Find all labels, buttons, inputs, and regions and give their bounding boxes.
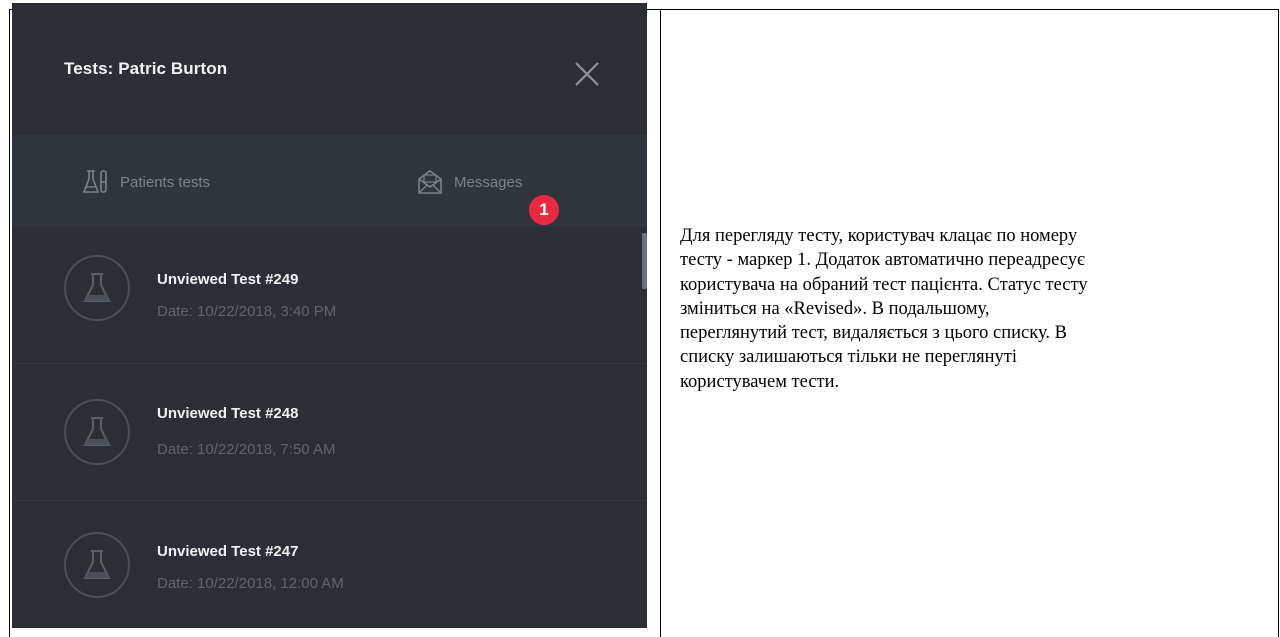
test-title[interactable]: Unviewed Test #249 xyxy=(157,271,298,288)
tests-list: Unviewed Test #249 Date: 10/22/2018, 3:4… xyxy=(12,227,647,628)
panel-header: Tests: Patric Burton xyxy=(12,3,647,133)
description-text: Для перегляду тесту, користувач клацає п… xyxy=(680,224,1270,394)
list-item[interactable]: Unviewed Test #247 Date: 10/22/2018, 12:… xyxy=(12,501,647,628)
flask-icon xyxy=(64,255,130,321)
close-icon xyxy=(575,62,599,86)
description-line: користувачем тести. xyxy=(680,371,840,392)
test-date: Date: 10/22/2018, 7:50 AM xyxy=(157,441,336,458)
flask-icon xyxy=(64,532,130,598)
list-item[interactable]: Unviewed Test #248 Date: 10/22/2018, 7:5… xyxy=(12,364,647,501)
description-line: зміниться на «Revised». В подальшому, xyxy=(680,298,990,319)
marker-badge: 1 xyxy=(529,195,559,225)
close-button[interactable] xyxy=(572,59,602,89)
tab-patients-tests[interactable]: Patients tests xyxy=(82,169,210,195)
test-date: Date: 10/22/2018, 12:00 AM xyxy=(157,575,344,592)
test-title[interactable]: Unviewed Test #248 xyxy=(157,405,298,422)
description-line: переглянутий тест, видаляється з цього с… xyxy=(680,323,1067,344)
test-date: Date: 10/22/2018, 3:40 PM xyxy=(157,303,337,320)
tab-messages[interactable]: Messages xyxy=(416,169,522,195)
tab-patients-tests-label: Patients tests xyxy=(120,173,211,191)
test-title[interactable]: Unviewed Test #247 xyxy=(157,543,298,560)
list-item[interactable]: Unviewed Test #249 Date: 10/22/2018, 3:4… xyxy=(12,227,647,364)
scrollbar-thumb[interactable] xyxy=(642,233,647,289)
tests-panel: Tests: Patric Burton Patients tests Mess… xyxy=(12,3,647,628)
lab-flasks-icon xyxy=(82,170,107,193)
table-cell-divider xyxy=(660,10,661,637)
description-line: користувача на обраний тест пацієнта. Ст… xyxy=(680,274,1088,295)
envelope-icon xyxy=(418,170,442,194)
tab-messages-label: Messages xyxy=(454,173,523,191)
description-line: списку залишаються тільки не переглянуті xyxy=(680,347,1018,368)
description-line: тесту - маркер 1. Додаток автоматично пе… xyxy=(680,250,1085,271)
description-line: Для перегляду тесту, користувач клацає п… xyxy=(680,226,1078,246)
flask-icon xyxy=(64,399,130,465)
panel-title: Tests: Patric Burton xyxy=(64,59,228,78)
